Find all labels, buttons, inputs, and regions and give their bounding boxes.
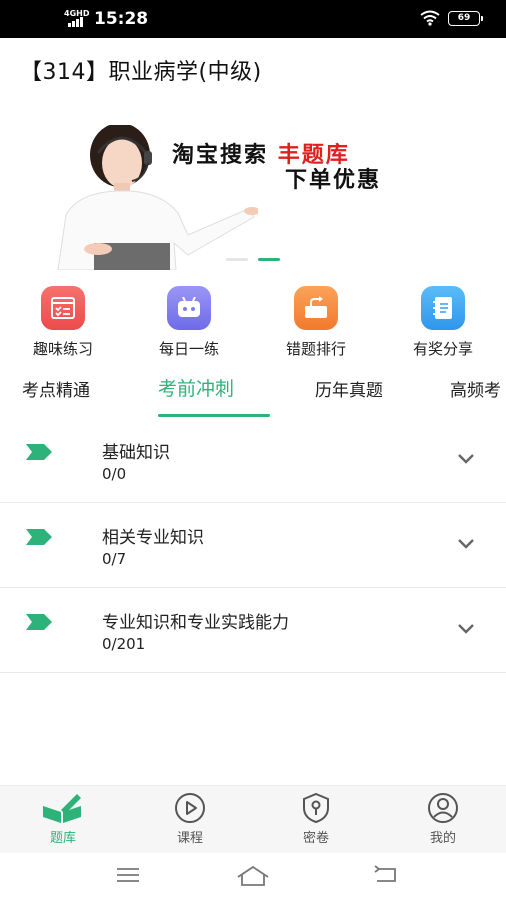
nav-profile[interactable]: 我的 bbox=[408, 792, 478, 846]
banner-pager-dot-active[interactable] bbox=[258, 258, 280, 261]
tab-high-frequency[interactable]: 高频考 bbox=[450, 376, 501, 401]
nav-label: 课程 bbox=[176, 831, 203, 846]
chapter-title: 相关专业知识 bbox=[102, 528, 204, 548]
chevron-down-icon[interactable] bbox=[456, 452, 476, 466]
book-pen-icon bbox=[43, 794, 81, 823]
chapter-flag-icon bbox=[26, 444, 52, 460]
quiz-icon bbox=[41, 286, 85, 330]
nav-label: 密卷 bbox=[302, 831, 329, 846]
chapter-progress: 0/0 bbox=[102, 465, 127, 483]
chapter-flag-icon bbox=[26, 614, 52, 630]
menu-icon[interactable] bbox=[115, 865, 141, 885]
quick-action-reward-share[interactable]: 有奖分享 bbox=[388, 286, 498, 359]
banner-headline-prefix: 淘宝搜索 bbox=[172, 142, 269, 168]
chevron-down-icon[interactable] bbox=[456, 622, 476, 636]
chapter-row[interactable]: 基础知识 0/0 bbox=[0, 418, 506, 503]
quick-action-fun-practice[interactable]: 趣味练习 bbox=[8, 286, 118, 359]
quick-action-label: 每日一练 bbox=[158, 340, 219, 358]
system-nav-bar bbox=[0, 853, 506, 900]
back-icon[interactable] bbox=[373, 865, 399, 885]
quick-action-wrong-ranking[interactable]: 错题排行 bbox=[261, 286, 371, 359]
nav-label: 题库 bbox=[49, 831, 76, 846]
user-circle-icon bbox=[428, 793, 458, 823]
banner-pager-dot[interactable] bbox=[226, 258, 248, 261]
tab-past-exams[interactable]: 历年真题 bbox=[315, 376, 383, 401]
chapter-list: 基础知识 0/0 相关专业知识 0/7 专业知识和专业实践能力 0/201 bbox=[0, 418, 506, 673]
quick-action-label: 错题排行 bbox=[285, 340, 346, 358]
active-tab-indicator bbox=[158, 414, 270, 417]
quick-action-label: 趣味练习 bbox=[32, 340, 93, 358]
quick-action-label: 有奖分享 bbox=[412, 340, 473, 358]
play-circle-icon bbox=[175, 793, 205, 823]
status-bar: 4GHD 15:28 69 bbox=[0, 0, 506, 38]
quick-action-daily-practice[interactable]: 每日一练 bbox=[134, 286, 244, 359]
promo-banner[interactable]: 淘宝搜索 丰题库 下单优惠 bbox=[0, 100, 506, 275]
nav-secret-papers[interactable]: 密卷 bbox=[281, 792, 351, 846]
chapter-title: 基础知识 bbox=[102, 443, 170, 463]
bottom-nav: 题库 课程 密卷 我的 bbox=[0, 785, 506, 853]
battery-level: 69 bbox=[457, 13, 471, 23]
notebook-icon bbox=[421, 286, 465, 330]
tab-key-points[interactable]: 考点精通 bbox=[22, 376, 90, 401]
wifi-icon bbox=[420, 10, 440, 26]
tab-pre-exam-sprint[interactable]: 考前冲刺 bbox=[158, 374, 234, 401]
secret-shield-icon bbox=[303, 792, 329, 824]
robot-icon bbox=[167, 286, 211, 330]
nav-label: 我的 bbox=[429, 831, 456, 846]
chapter-row[interactable]: 专业知识和专业实践能力 0/201 bbox=[0, 588, 506, 673]
share-box-icon bbox=[294, 286, 338, 330]
quick-actions: 趣味练习 每日一练 错题排行 有奖分享 bbox=[0, 286, 506, 362]
chapter-flag-icon bbox=[26, 529, 52, 545]
nav-question-bank[interactable]: 题库 bbox=[28, 792, 98, 846]
chevron-down-icon[interactable] bbox=[456, 537, 476, 551]
status-time: 15:28 bbox=[94, 9, 149, 29]
battery-icon: 69 bbox=[448, 10, 483, 26]
nav-courses[interactable]: 课程 bbox=[155, 792, 225, 846]
page-title: 【314】职业病学(中级) bbox=[20, 60, 262, 85]
banner-subline: 下单优惠 bbox=[285, 167, 382, 193]
chapter-progress: 0/7 bbox=[102, 550, 127, 568]
home-icon[interactable] bbox=[236, 865, 270, 887]
chapter-title: 专业知识和专业实践能力 bbox=[102, 613, 289, 633]
banner-pager bbox=[226, 258, 280, 261]
chapter-progress: 0/201 bbox=[102, 635, 146, 653]
status-right: 69 bbox=[420, 10, 483, 26]
status-left: 4GHD 15:28 bbox=[64, 9, 148, 29]
category-tabs: 考点精通 考前冲刺 历年真题 高频考 bbox=[0, 368, 506, 418]
chapter-row[interactable]: 相关专业知识 0/7 bbox=[0, 503, 506, 588]
signal-icon: 4GHD bbox=[64, 9, 92, 28]
